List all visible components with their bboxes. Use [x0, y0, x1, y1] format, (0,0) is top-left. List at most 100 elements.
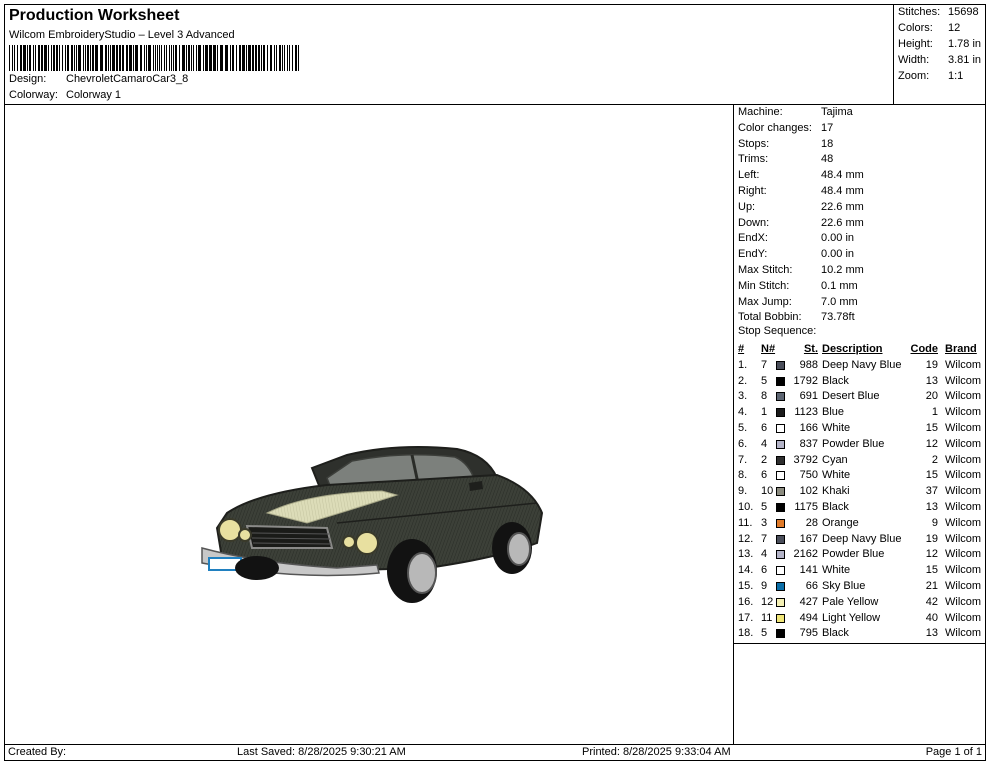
needle-number: 9 [761, 579, 768, 592]
stitch-count: 691 [799, 390, 818, 403]
stat-value: 10.2 mm [821, 264, 864, 276]
barcode-bar [90, 45, 91, 71]
stat-label: Color changes: [738, 121, 812, 134]
color-swatch [776, 629, 785, 639]
thread-brand: Wilcom [945, 627, 982, 640]
stat-row: Down: 22.6 mm [738, 217, 864, 229]
barcode-bar [135, 45, 138, 71]
barcode-bar [242, 45, 245, 71]
barcode-bar [287, 45, 288, 71]
barcode-bar [161, 45, 162, 71]
barcode-bar [282, 45, 283, 71]
needle-number: 4 [761, 437, 768, 450]
barcode-bar [239, 45, 241, 71]
barcode-bar [203, 45, 204, 71]
barcode-bar [112, 45, 115, 71]
color-description: Desert Blue [822, 390, 880, 403]
color-swatch [776, 613, 785, 623]
stat-value: 18 [821, 137, 834, 150]
table-row: 11. 3 28 Orange 9 Wilcom [734, 517, 986, 533]
color-code: 20 [925, 390, 938, 403]
stat-row: Min Stitch: 0.1 mm [738, 280, 858, 292]
barcode-bar [146, 45, 147, 71]
barcode-bar [188, 45, 190, 71]
stat-row: Left: 48.4 mm [738, 169, 864, 181]
color-code: 19 [925, 532, 938, 545]
color-code: 13 [925, 374, 938, 387]
table-row: 7. 2 3792 Cyan 2 Wilcom [734, 454, 986, 470]
color-description: Sky Blue [822, 579, 866, 592]
barcode-bar [220, 45, 223, 71]
stitch-count: 494 [799, 611, 818, 624]
summary-value: 3.81 in [948, 54, 982, 66]
thread-brand: Wilcom [945, 485, 982, 498]
stat-label: Total Bobbin: [738, 311, 802, 324]
thread-brand: Wilcom [945, 532, 982, 545]
needle-number: 10 [761, 485, 774, 498]
color-swatch [776, 581, 785, 591]
color-swatch [776, 360, 785, 370]
color-description: Powder Blue [822, 548, 885, 561]
row-number: 4. [738, 406, 748, 419]
barcode-bar [198, 45, 201, 71]
color-code: 42 [925, 595, 938, 608]
needle-number: 5 [761, 500, 768, 513]
color-description: Deep Navy Blue [822, 358, 902, 371]
barcode-bar [56, 45, 58, 71]
barcode-bar [205, 45, 208, 71]
color-swatch [776, 597, 785, 607]
color-code: 40 [925, 611, 938, 624]
color-description: Khaki [822, 485, 850, 498]
barcode-bar [51, 45, 52, 71]
color-description: Powder Blue [822, 437, 885, 450]
barcode-bar [236, 45, 237, 71]
stat-value: 0.1 mm [821, 279, 858, 292]
stitch-count: 66 [805, 579, 818, 592]
stitch-count: 427 [799, 595, 818, 608]
stat-label: Max Jump: [738, 295, 792, 308]
barcode-bar [105, 45, 107, 71]
colorway-value: Colorway 1 [66, 89, 122, 101]
barcode-bar [126, 45, 128, 71]
stat-row: Stops: 18 [738, 138, 833, 150]
thread-brand: Wilcom [945, 453, 982, 466]
design-label: Design: [9, 73, 47, 85]
barcode-bar [38, 45, 40, 71]
stat-row: EndY: 0.00 in [738, 248, 854, 260]
col-num: # [738, 343, 745, 355]
barcode-bar [169, 45, 170, 71]
row-number: 9. [738, 485, 748, 498]
needle-number: 5 [761, 374, 768, 387]
barcode-bar [23, 45, 26, 71]
stat-row: Machine: Tajima [738, 106, 853, 118]
row-number: 7. [738, 453, 748, 466]
stop-sequence-title: Stop Sequence: [738, 325, 817, 337]
barcode-bar [166, 45, 167, 71]
barcode-bar [270, 45, 272, 71]
barcode-bar [298, 45, 299, 71]
row-number: 2. [738, 374, 748, 387]
stat-row: EndX: 0.00 in [738, 232, 854, 244]
barcode-bar [48, 45, 49, 71]
stat-value: 73.78ft [821, 311, 855, 324]
color-description: Blue [822, 406, 845, 419]
stat-value: Tajima [821, 106, 853, 118]
barcode-bar [129, 45, 132, 71]
barcode-bar [246, 45, 247, 71]
thread-brand: Wilcom [945, 358, 982, 371]
row-number: 11. [738, 516, 753, 529]
worksheet-header: Production Worksheet Wilcom EmbroiderySt… [4, 4, 894, 105]
table-row: 3. 8 691 Desert Blue 20 Wilcom [734, 390, 986, 406]
needle-number: 4 [761, 548, 768, 561]
color-code: 19 [925, 358, 938, 371]
barcode-bar [182, 45, 185, 71]
barcode-bar [159, 45, 160, 71]
barcode-bar [175, 45, 177, 71]
barcode-bar [217, 45, 218, 71]
barcode-bar [116, 45, 118, 71]
row-number: 12. [738, 532, 754, 545]
barcode-bar [14, 45, 15, 71]
needle-number: 3 [761, 516, 768, 529]
color-code: 15 [925, 564, 938, 577]
barcode-bar [248, 45, 251, 71]
